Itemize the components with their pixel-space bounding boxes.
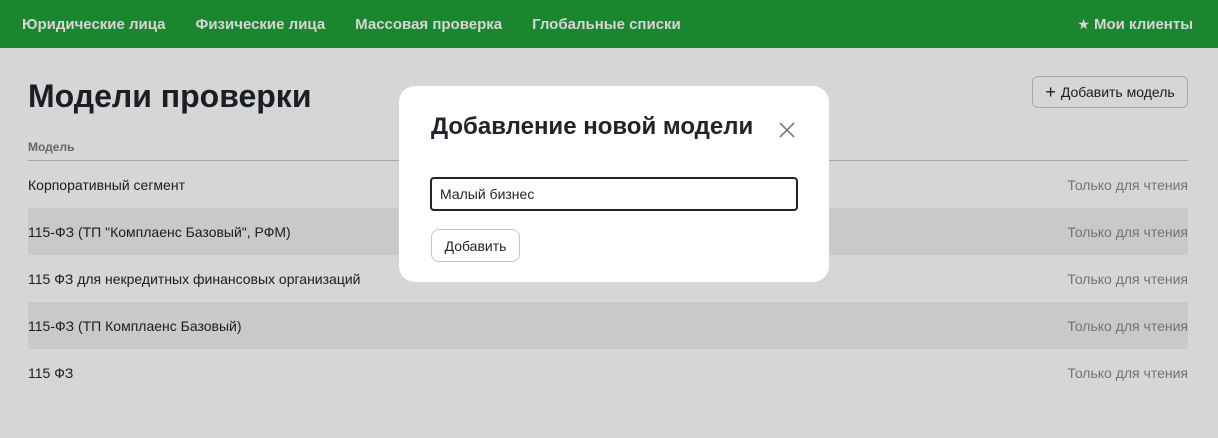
add-model-dialog: Добавление новой модели Добавить [399,86,829,282]
close-icon[interactable] [775,118,799,142]
model-name-input[interactable] [430,177,798,211]
add-submit-button[interactable]: Добавить [431,229,520,262]
dialog-title: Добавление новой модели [431,113,754,140]
